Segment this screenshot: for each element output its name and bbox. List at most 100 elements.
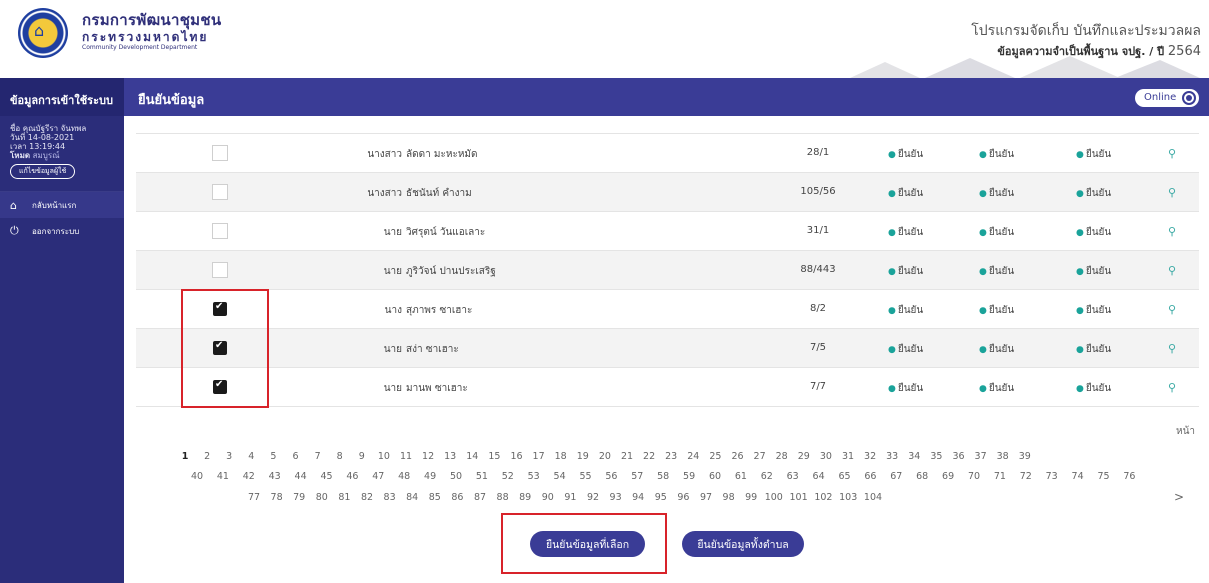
page-link[interactable]: 11	[395, 451, 417, 462]
page-link[interactable]: 34	[903, 451, 925, 462]
page-link[interactable]: 95	[650, 492, 672, 503]
page-link[interactable]: 53	[523, 471, 545, 482]
page-link[interactable]: 18	[550, 451, 572, 462]
sidebar-item-logout[interactable]: ⏻ ออกจากระบบ	[0, 218, 124, 244]
page-link[interactable]: 7	[307, 451, 329, 462]
page-link[interactable]: 52	[497, 471, 519, 482]
view-icon[interactable]: ⚲	[1168, 303, 1176, 316]
page-link[interactable]: 101	[788, 492, 810, 503]
page-link[interactable]: 40	[186, 471, 208, 482]
page-link[interactable]: 103	[837, 492, 859, 503]
page-link[interactable]: 47	[367, 471, 389, 482]
page-link[interactable]: 72	[1015, 471, 1037, 482]
page-link[interactable]: 77	[243, 492, 265, 503]
page-link[interactable]: 90	[537, 492, 559, 503]
page-link[interactable]: 57	[626, 471, 648, 482]
page-link[interactable]: 59	[678, 471, 700, 482]
page-link[interactable]: 66	[859, 471, 881, 482]
row-checkbox[interactable]	[212, 145, 228, 161]
page-link[interactable]: 3	[218, 451, 240, 462]
page-link[interactable]: 50	[445, 471, 467, 482]
confirm-selected-button[interactable]: ยืนยันข้อมูลที่เลือก	[530, 531, 645, 557]
page-link[interactable]: 60	[704, 471, 726, 482]
page-link[interactable]: 68	[911, 471, 933, 482]
page-link[interactable]: 37	[970, 451, 992, 462]
page-link[interactable]: 27	[749, 451, 771, 462]
page-link[interactable]: 10	[373, 451, 395, 462]
page-link[interactable]: 62	[756, 471, 778, 482]
view-icon[interactable]: ⚲	[1168, 225, 1176, 238]
page-link[interactable]: 8	[329, 451, 351, 462]
page-link[interactable]: 97	[695, 492, 717, 503]
page-link[interactable]: 88	[492, 492, 514, 503]
page-link[interactable]: 92	[582, 492, 604, 503]
page-link[interactable]: 89	[514, 492, 536, 503]
page-link[interactable]: 2	[196, 451, 218, 462]
page-link[interactable]: 75	[1093, 471, 1115, 482]
page-link[interactable]: 80	[311, 492, 333, 503]
page-link[interactable]: 26	[727, 451, 749, 462]
page-link[interactable]: 69	[937, 471, 959, 482]
page-link[interactable]: 36	[948, 451, 970, 462]
page-link[interactable]: 98	[718, 492, 740, 503]
page-link[interactable]: 96	[672, 492, 694, 503]
page-link[interactable]: 20	[594, 451, 616, 462]
page-link[interactable]: 4	[240, 451, 262, 462]
page-link[interactable]: 104	[862, 492, 884, 503]
page-link[interactable]: 79	[288, 492, 310, 503]
sidebar-item-home[interactable]: ⌂ กลับหน้าแรก	[0, 192, 124, 218]
page-link[interactable]: 9	[351, 451, 373, 462]
online-toggle[interactable]: Online	[1135, 89, 1199, 107]
page-link[interactable]: 100	[763, 492, 785, 503]
page-link[interactable]: 21	[616, 451, 638, 462]
page-link[interactable]: 39	[1014, 451, 1036, 462]
row-checkbox[interactable]	[212, 262, 228, 278]
page-link[interactable]: 65	[834, 471, 856, 482]
page-link[interactable]: 70	[963, 471, 985, 482]
page-link[interactable]: 1	[174, 451, 196, 462]
page-link[interactable]: 94	[627, 492, 649, 503]
row-checkbox[interactable]	[213, 301, 227, 316]
page-link[interactable]: 29	[793, 451, 815, 462]
page-link[interactable]: 102	[812, 492, 834, 503]
view-icon[interactable]: ⚲	[1168, 264, 1176, 277]
page-link[interactable]: 61	[730, 471, 752, 482]
view-icon[interactable]: ⚲	[1168, 147, 1176, 160]
page-link[interactable]: 73	[1041, 471, 1063, 482]
page-link[interactable]: 82	[356, 492, 378, 503]
page-link[interactable]: 5	[262, 451, 284, 462]
page-link[interactable]: 49	[419, 471, 441, 482]
page-link[interactable]: 55	[575, 471, 597, 482]
page-link[interactable]: 46	[341, 471, 363, 482]
page-link[interactable]: 78	[266, 492, 288, 503]
row-checkbox[interactable]	[213, 340, 227, 355]
page-link[interactable]: 41	[212, 471, 234, 482]
page-link[interactable]: 71	[989, 471, 1011, 482]
page-link[interactable]: 85	[424, 492, 446, 503]
page-link[interactable]: 74	[1067, 471, 1089, 482]
page-link[interactable]: 31	[837, 451, 859, 462]
page-link[interactable]: 17	[528, 451, 550, 462]
page-link[interactable]: 84	[401, 492, 423, 503]
page-link[interactable]: 87	[469, 492, 491, 503]
page-link[interactable]: 45	[316, 471, 338, 482]
page-link[interactable]: 35	[925, 451, 947, 462]
page-link[interactable]: 19	[572, 451, 594, 462]
page-link[interactable]: 93	[605, 492, 627, 503]
page-link[interactable]: 81	[333, 492, 355, 503]
page-link[interactable]: 33	[881, 451, 903, 462]
page-link[interactable]: 22	[638, 451, 660, 462]
page-link[interactable]: 63	[782, 471, 804, 482]
page-link[interactable]: 76	[1118, 471, 1140, 482]
view-icon[interactable]: ⚲	[1168, 186, 1176, 199]
page-link[interactable]: 28	[771, 451, 793, 462]
page-link[interactable]: 6	[285, 451, 307, 462]
page-link[interactable]: 16	[506, 451, 528, 462]
view-icon[interactable]: ⚲	[1168, 381, 1176, 394]
page-link[interactable]: 44	[290, 471, 312, 482]
page-link[interactable]: 25	[704, 451, 726, 462]
edit-profile-button[interactable]: แก้ไขข้อมูลผู้ใช้	[10, 164, 76, 179]
page-link[interactable]: 83	[379, 492, 401, 503]
view-icon[interactable]: ⚲	[1168, 342, 1176, 355]
page-link[interactable]: 86	[446, 492, 468, 503]
